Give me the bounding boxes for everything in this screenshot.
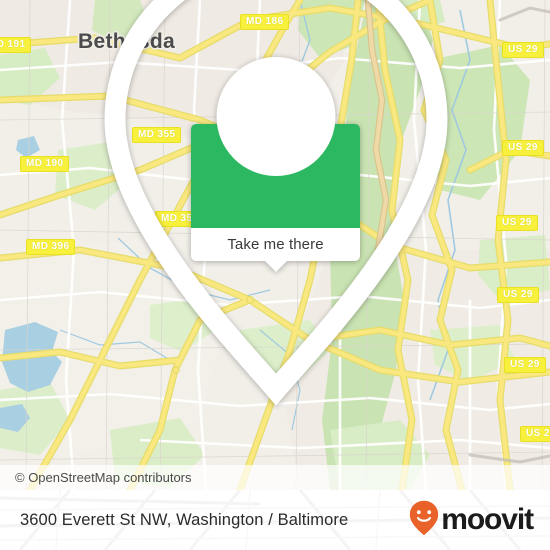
moovit-brand[interactable]: moovit <box>409 500 534 541</box>
footer-content: 3600 Everett St NW, Washington / Baltimo… <box>0 490 550 550</box>
footer-bar: 3600 Everett St NW, Washington / Baltimo… <box>0 490 550 550</box>
take-me-there-label: Take me there <box>227 236 324 253</box>
popup-tail-icon <box>264 261 287 272</box>
popup-header <box>103 0 448 406</box>
attribution-text[interactable]: © OpenStreetMap contributors <box>0 470 192 485</box>
moovit-wordmark: moovit <box>441 503 534 536</box>
popup-action[interactable]: Take me there <box>191 228 360 272</box>
moovit-pin-smiley-icon <box>409 500 439 541</box>
map-attribution: © OpenStreetMap contributors <box>0 465 550 490</box>
map-canvas[interactable]: Bethesda MD 191 MD 186 US 29 MD 355 US 2… <box>0 0 550 490</box>
map-pin-icon <box>1 0 550 421</box>
address-label: 3600 Everett St NW, Washington / Baltimo… <box>20 510 349 529</box>
road-shield: US 2 <box>520 426 550 442</box>
moovit-map-screenshot: Bethesda MD 191 MD 186 US 29 MD 355 US 2… <box>0 0 550 550</box>
location-popup[interactable]: Take me there <box>103 0 448 406</box>
